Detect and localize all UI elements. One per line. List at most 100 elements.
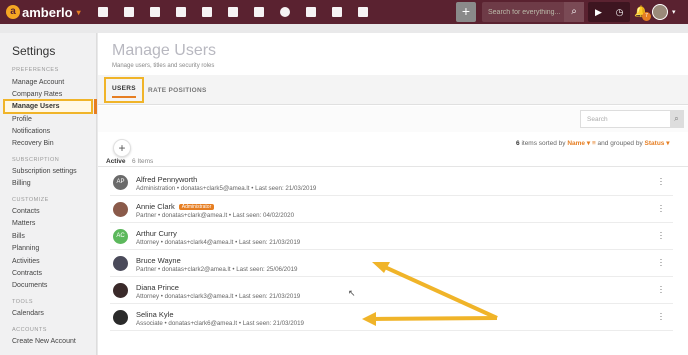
- more-options-icon[interactable]: · · ·: [659, 255, 663, 270]
- user-avatar[interactable]: [652, 4, 668, 20]
- calendar-icon[interactable]: [220, 4, 246, 20]
- chevron-down-icon[interactable]: ▾: [585, 140, 590, 147]
- sidebar-item-company-rates[interactable]: Company Rates: [12, 91, 62, 98]
- more-options-icon[interactable]: · · ·: [659, 228, 663, 243]
- sidebar-item-planning[interactable]: Planning: [12, 245, 39, 252]
- sidebar-item-activities[interactable]: Activities: [12, 258, 40, 265]
- user-name[interactable]: Annie Clark: [136, 202, 175, 211]
- chevron-down-icon[interactable]: ▾: [672, 8, 676, 16]
- add-user-button[interactable]: +: [113, 139, 131, 157]
- sidebar-section-heading: SUBSCRIPTION: [12, 157, 60, 163]
- quick-add-button[interactable]: +: [456, 2, 476, 22]
- logo-text: amberlo: [22, 4, 73, 20]
- matters-icon[interactable]: [142, 4, 168, 20]
- sidebar-item-manage-account[interactable]: Manage Account: [12, 79, 64, 86]
- user-name-line: Bruce Wayne: [136, 256, 181, 265]
- more-options-icon[interactable]: · · ·: [659, 282, 663, 297]
- tasks-icon[interactable]: [246, 4, 272, 20]
- active-tab-underline: [112, 96, 136, 98]
- bank-icon[interactable]: [194, 4, 220, 20]
- user-row[interactable]: AP Alfred Pennyworth Administration • dona…: [110, 169, 673, 196]
- tab-users[interactable]: USERS: [104, 77, 144, 103]
- sidebar-item-manage-users[interactable]: Manage Users: [3, 99, 93, 114]
- more-options-icon[interactable]: · · ·: [659, 201, 663, 216]
- main-content: Manage Users Manage users, titles and se…: [98, 33, 688, 355]
- sidebar-section-heading: ACCOUNTS: [12, 327, 47, 333]
- sort-text: items sorted by: [521, 140, 566, 147]
- reports-icon[interactable]: [350, 4, 376, 20]
- user-row[interactable]: AC Arthur Curry Attorney • donatas+clark4@…: [110, 223, 673, 250]
- global-search: ⌕: [482, 2, 584, 22]
- users-search: ⌕: [580, 110, 684, 128]
- sidebar-item-create-new-account[interactable]: Create New Account: [12, 338, 76, 345]
- mouse-cursor-icon: ↖: [348, 288, 356, 298]
- sort-field-dropdown[interactable]: Name: [567, 140, 585, 147]
- sidebar-item-notifications[interactable]: Notifications: [12, 128, 50, 135]
- folder-icon[interactable]: [298, 4, 324, 20]
- user-meta: Partner • donatas+clark@amea.lt • Last s…: [136, 212, 295, 219]
- user-name[interactable]: Alfred Pennyworth: [136, 175, 197, 184]
- sidebar-item-recovery-bin[interactable]: Recovery Bin: [12, 140, 54, 147]
- user-name-line: Selina Kyle: [136, 310, 174, 319]
- top-navbar: a amberlo ▾ + ⌕ ▶ ◷ 🔔 7 ▾: [0, 0, 688, 24]
- global-search-input[interactable]: [482, 2, 566, 22]
- user-avatar: [113, 202, 128, 217]
- user-row[interactable]: Selina Kyle Associate • donatas+clark6@am…: [110, 304, 673, 331]
- page-title: Manage Users: [112, 42, 217, 59]
- user-avatar: AP: [113, 175, 128, 190]
- user-name[interactable]: Selina Kyle: [136, 310, 174, 319]
- user-name-line: Annie Clark Administrator: [136, 202, 215, 211]
- play-icon[interactable]: ▶: [588, 2, 609, 22]
- dashboard-icon[interactable]: [90, 4, 116, 20]
- settings-sidebar: Settings PREFERENCES Manage Account Comp…: [0, 33, 97, 355]
- notification-badge: 7: [642, 12, 651, 21]
- user-meta: Attorney • donatas+clark4@amea.lt • Last…: [136, 239, 301, 246]
- chevron-down-icon[interactable]: ▾: [664, 140, 669, 147]
- active-item-marker: [94, 99, 97, 114]
- more-options-icon[interactable]: · · ·: [659, 309, 663, 324]
- user-name[interactable]: Arthur Curry: [136, 229, 177, 238]
- user-avatar: [113, 256, 128, 271]
- user-name[interactable]: Bruce Wayne: [136, 256, 181, 265]
- user-name-line: Arthur Curry: [136, 229, 177, 238]
- role-badge: Administrator: [178, 204, 215, 210]
- sidebar-item-subscription-settings[interactable]: Subscription settings: [12, 168, 77, 175]
- search-icon[interactable]: ⌕: [670, 111, 683, 127]
- bills-icon[interactable]: [168, 4, 194, 20]
- app-logo[interactable]: a amberlo ▾: [6, 4, 81, 20]
- sidebar-title: Settings: [12, 44, 56, 58]
- sidebar-item-billing[interactable]: Billing: [12, 180, 31, 187]
- documents-icon[interactable]: [324, 4, 350, 20]
- group-text: and grouped by: [597, 140, 643, 147]
- more-options-icon[interactable]: · · ·: [659, 174, 663, 189]
- contacts-icon[interactable]: [116, 4, 142, 20]
- group-field-dropdown[interactable]: Status: [645, 140, 665, 147]
- sidebar-section-heading: TOOLS: [12, 299, 34, 305]
- sort-direction-icon[interactable]: ≡: [592, 140, 596, 147]
- user-meta: Associate • donatas+clark6@amea.lt • Las…: [136, 320, 304, 327]
- sidebar-item-contracts[interactable]: Contracts: [12, 270, 42, 277]
- user-row[interactable]: Diana Prince Attorney • donatas+clark3@am…: [110, 277, 673, 304]
- logo-mark-icon: a: [6, 5, 20, 19]
- user-row[interactable]: Bruce Wayne Partner • donatas+clark2@amea…: [110, 250, 673, 277]
- sidebar-item-bills[interactable]: Bills: [12, 233, 25, 240]
- stopwatch-icon[interactable]: ◷: [609, 2, 630, 22]
- item-count: 6: [516, 140, 520, 147]
- group-label: Active: [106, 158, 126, 165]
- search-icon[interactable]: ⌕: [564, 2, 584, 22]
- sidebar-item-contacts[interactable]: Contacts: [12, 208, 40, 215]
- users-search-input[interactable]: [581, 111, 671, 127]
- group-count: 6 Items: [132, 158, 154, 165]
- sidebar-item-calendars[interactable]: Calendars: [12, 310, 44, 317]
- sidebar-item-matters[interactable]: Matters: [12, 220, 35, 227]
- sidebar-item-documents[interactable]: Documents: [12, 282, 47, 289]
- group-header[interactable]: Active 6 Items: [98, 156, 688, 167]
- history-icon[interactable]: [272, 4, 298, 20]
- tab-rate-positions[interactable]: RATE POSITIONS: [148, 87, 207, 94]
- module-nav: [90, 4, 376, 20]
- user-row[interactable]: Annie Clark Administrator Partner • donata…: [110, 196, 673, 223]
- sidebar-item-profile[interactable]: Profile: [12, 116, 32, 123]
- chevron-down-icon[interactable]: ▾: [77, 8, 81, 17]
- user-name[interactable]: Diana Prince: [136, 283, 179, 292]
- user-name-line: Alfred Pennyworth: [136, 175, 197, 184]
